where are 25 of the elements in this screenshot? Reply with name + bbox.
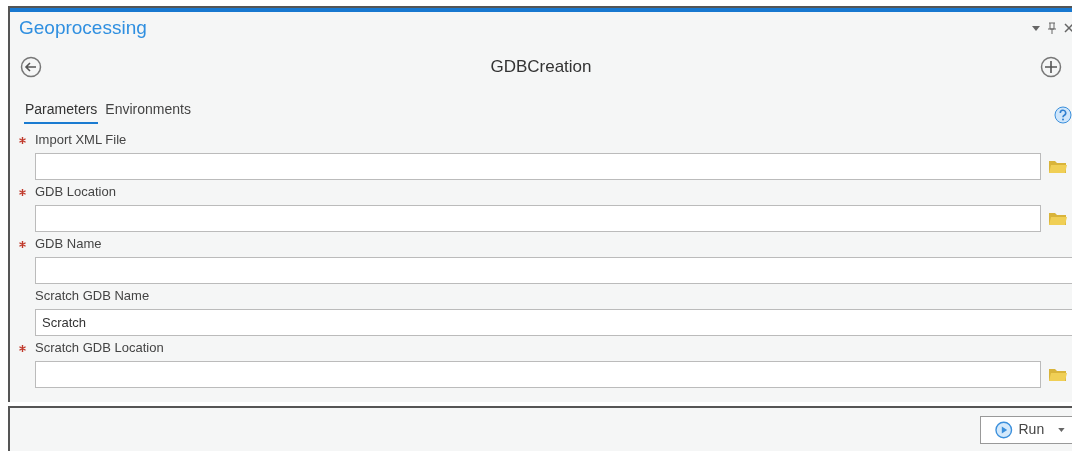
play-icon	[995, 420, 1013, 439]
dropdown-icon[interactable]	[1032, 25, 1040, 31]
input-field[interactable]	[35, 256, 1072, 284]
add-icon[interactable]	[1040, 56, 1062, 78]
tab[interactable]: Environments	[104, 99, 192, 124]
dropdown-icon	[1058, 427, 1065, 432]
close-icon[interactable]	[1064, 23, 1072, 33]
tab[interactable]: Parameters	[24, 99, 99, 124]
folder-icon[interactable]	[1048, 366, 1068, 382]
input-field[interactable]	[35, 152, 1041, 180]
input-field[interactable]: Scratch	[35, 308, 1072, 336]
input-field[interactable]	[35, 204, 1041, 232]
pane-title: Geoprocessing	[19, 15, 147, 40]
parameter-label: Import XML File	[35, 131, 127, 150]
folder-icon[interactable]	[1048, 158, 1068, 174]
pin-icon[interactable]	[1048, 22, 1056, 34]
folder-icon[interactable]	[1048, 210, 1068, 226]
parameter-label: Scratch GDB Name	[35, 287, 150, 306]
parameter-label: GDB Name	[35, 235, 102, 254]
parameter-label: Scratch GDB Location	[35, 339, 164, 358]
parameter-label: GDB Location	[35, 183, 116, 202]
run-button[interactable]: Run	[980, 415, 1072, 444]
help-icon[interactable]	[1054, 106, 1072, 124]
tool-title: GDBCreation	[489, 56, 593, 79]
input-field[interactable]	[35, 360, 1041, 388]
